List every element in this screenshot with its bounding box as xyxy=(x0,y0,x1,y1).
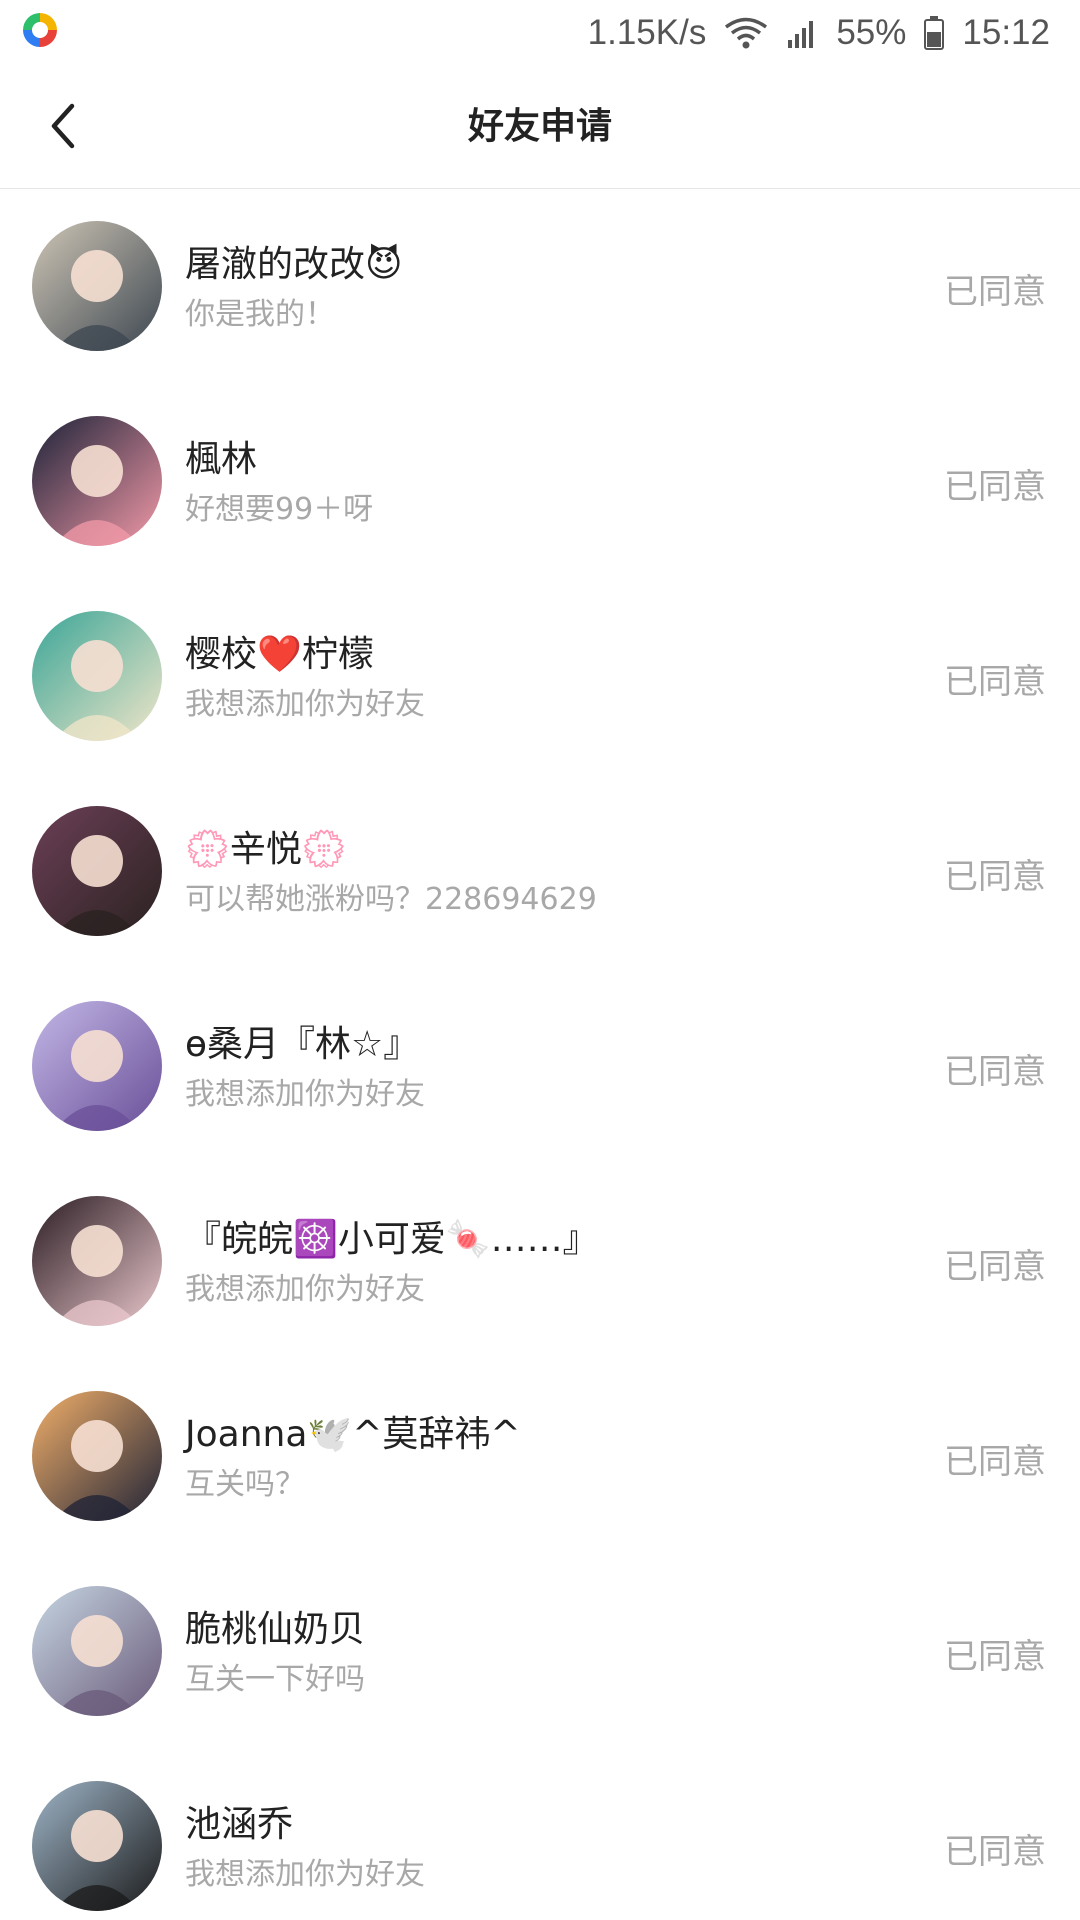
friend-requests-screen: 1.15K/s 55% 15:12 好友申请 屠澈的改改😈 你是我的！ 已同意 … xyxy=(0,0,1080,1920)
request-message: 互关一下好吗 xyxy=(185,1662,365,1697)
avatar[interactable] xyxy=(32,1196,162,1326)
request-message: 你是我的！ xyxy=(185,297,335,332)
back-button[interactable] xyxy=(28,92,100,164)
network-speed: 1.15K/s xyxy=(587,13,707,52)
request-status: 已同意 xyxy=(944,1052,1046,1092)
request-nickname: ɵ桑月『林☆』 xyxy=(185,1024,420,1065)
request-nickname: 『皖皖☸️小可爱🍬……』 xyxy=(185,1219,599,1260)
request-status: 已同意 xyxy=(944,662,1046,702)
request-message: 我想添加你为好友 xyxy=(185,687,425,722)
request-status: 已同意 xyxy=(944,467,1046,507)
avatar[interactable] xyxy=(32,1391,162,1521)
app-logo-icon xyxy=(21,11,59,49)
avatar[interactable] xyxy=(32,1001,162,1131)
battery-icon xyxy=(924,16,945,50)
avatar[interactable] xyxy=(32,221,162,351)
request-message: 我想添加你为好友 xyxy=(185,1272,425,1307)
request-nickname: 樱校❤️柠檬 xyxy=(185,634,374,675)
request-message: 我想添加你为好友 xyxy=(185,1857,425,1892)
status-bar: 1.15K/s 55% 15:12 xyxy=(0,0,1080,66)
request-status: 已同意 xyxy=(944,1637,1046,1677)
request-status: 已同意 xyxy=(944,1832,1046,1872)
avatar[interactable] xyxy=(32,806,162,936)
request-item[interactable]: 『皖皖☸️小可爱🍬……』我想添加你为好友 已同意 xyxy=(0,1164,1080,1359)
avatar[interactable] xyxy=(32,611,162,741)
avatar[interactable] xyxy=(32,416,162,546)
request-item[interactable]: 池涵乔我想添加你为好友 已同意 xyxy=(0,1749,1080,1920)
avatar[interactable] xyxy=(32,1781,162,1911)
battery-percent: 55% xyxy=(836,13,907,52)
request-nickname: 脆桃仙奶贝 xyxy=(185,1609,366,1650)
avatar[interactable] xyxy=(32,1586,162,1716)
request-message: 我想添加你为好友 xyxy=(185,1077,425,1112)
request-item[interactable]: Joanna🕊️^莫辞祎^ 互关吗？ 已同意 xyxy=(0,1359,1080,1554)
request-status: 已同意 xyxy=(944,1247,1046,1287)
page-title: 好友申请 xyxy=(467,106,612,147)
request-nickname: 楓林 xyxy=(185,439,258,480)
clock: 15:12 xyxy=(962,13,1050,52)
header: 好友申请 xyxy=(0,66,1080,189)
request-item[interactable]: 屠澈的改改😈 你是我的！ 已同意 xyxy=(0,189,1080,384)
wifi-icon xyxy=(724,16,768,50)
request-item[interactable]: ɵ桑月『林☆』我想添加你为好友 已同意 xyxy=(0,969,1080,1164)
request-nickname: 💮辛悦💮 xyxy=(185,829,347,870)
request-item[interactable]: 💮辛悦💮 可以帮她涨粉吗？228694629 已同意 xyxy=(0,774,1080,969)
request-nickname: 屠澈的改改😈 xyxy=(185,244,403,285)
request-nickname: Joanna🕊️^莫辞祎^ xyxy=(185,1414,521,1455)
request-message: 可以帮她涨粉吗？228694629 xyxy=(185,882,597,917)
chevron-left-icon xyxy=(44,102,84,154)
request-status: 已同意 xyxy=(944,272,1046,312)
request-nickname: 池涵乔 xyxy=(185,1804,294,1845)
request-status: 已同意 xyxy=(944,1442,1046,1482)
signal-icon xyxy=(786,18,818,48)
request-message: 互关吗？ xyxy=(185,1467,305,1502)
request-item[interactable]: 楓林好想要99＋呀 已同意 xyxy=(0,384,1080,579)
request-item[interactable]: 脆桃仙奶贝互关一下好吗 已同意 xyxy=(0,1554,1080,1749)
request-item[interactable]: 樱校❤️柠檬我想添加你为好友 已同意 xyxy=(0,579,1080,774)
status-indicators: 1.15K/s 55% 15:12 xyxy=(588,8,1050,58)
request-message: 好想要99＋呀 xyxy=(185,492,374,527)
request-status: 已同意 xyxy=(944,857,1046,897)
